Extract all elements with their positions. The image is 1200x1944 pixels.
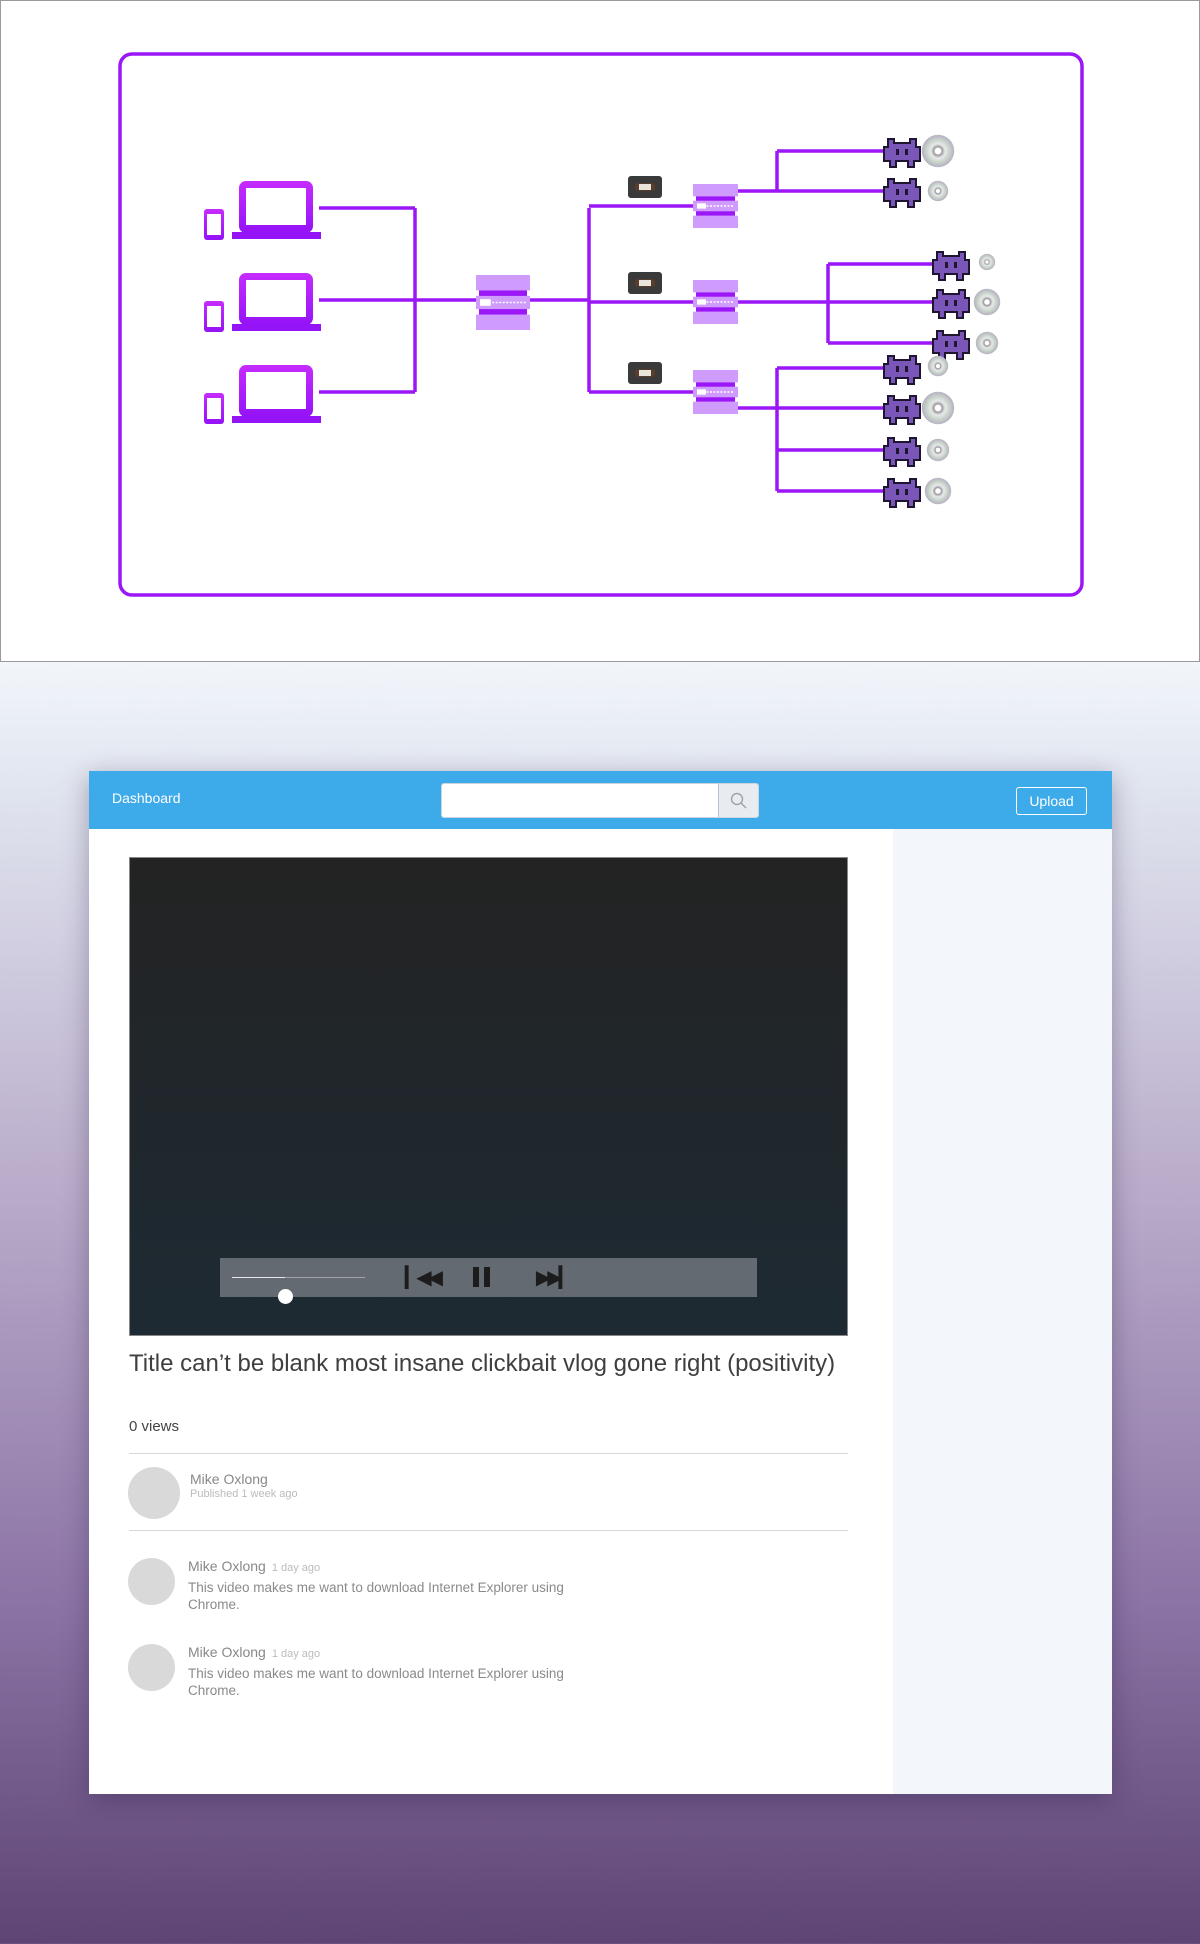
server-icon — [693, 184, 738, 228]
sidebar — [893, 829, 1112, 1794]
phone-icon — [204, 393, 224, 424]
optical-disc-icon — [924, 477, 952, 505]
server-icon — [476, 275, 530, 330]
videotape-icon — [628, 362, 662, 384]
phone-icon — [204, 209, 224, 240]
alien-monster-icon — [932, 289, 970, 319]
alien-monster-icon — [883, 478, 921, 508]
search-input[interactable] — [442, 784, 718, 817]
laptop-icon — [232, 181, 321, 239]
commenter-name[interactable]: Mike Oxlong — [188, 1644, 266, 1660]
diagram-canvas — [118, 52, 1084, 597]
upload-button[interactable]: Upload — [1016, 787, 1087, 815]
video-player[interactable]: ▎◀◀ ▶▶▎ — [129, 857, 848, 1336]
divider — [129, 1530, 848, 1531]
alien-monster-icon — [883, 355, 921, 385]
optical-disc-icon — [978, 253, 996, 271]
comment-text: This video makes me want to download Int… — [188, 1666, 564, 1698]
dashboard-link[interactable]: Dashboard — [112, 790, 181, 806]
author-name[interactable]: Mike Oxlong — [190, 1471, 268, 1487]
network-diagram — [0, 0, 1200, 662]
optical-disc-icon — [926, 438, 950, 462]
alien-monster-icon — [883, 138, 921, 168]
commenter-avatar[interactable] — [128, 1644, 175, 1691]
optical-disc-icon — [975, 331, 999, 355]
next-icon[interactable]: ▶▶▎ — [535, 1266, 574, 1289]
alien-monster-icon — [883, 395, 921, 425]
videotape-icon — [628, 272, 662, 294]
videotape-icon — [628, 176, 662, 198]
server-icon — [693, 370, 738, 414]
alien-monster-icon — [932, 330, 970, 360]
view-count: 0 views — [129, 1418, 180, 1435]
commenter-avatar[interactable] — [128, 1558, 175, 1605]
laptop-icon — [232, 273, 321, 331]
alien-monster-icon — [883, 437, 921, 467]
search-button[interactable] — [718, 784, 758, 817]
optical-disc-icon — [921, 134, 955, 168]
seek-slider[interactable] — [232, 1277, 365, 1304]
top-nav: Dashboard Upload — [89, 771, 1112, 829]
commenter-name[interactable]: Mike Oxlong — [188, 1558, 266, 1574]
seek-knob[interactable] — [278, 1289, 294, 1304]
optical-disc-icon — [973, 288, 1001, 316]
comment-time: 1 day ago — [271, 1648, 321, 1660]
search-icon — [730, 792, 746, 808]
comment-time: 1 day ago — [271, 1562, 321, 1574]
server-icon — [693, 280, 738, 324]
alien-monster-icon — [883, 178, 921, 208]
laptop-icon — [232, 365, 321, 423]
app-window: Dashboard Upload ▎◀◀ ▶▶▎ Title can’t be … — [89, 771, 1112, 1794]
divider — [129, 1453, 848, 1454]
optical-disc-icon — [927, 355, 949, 377]
search-bar — [441, 783, 759, 818]
publish-date: Published 1 week ago — [190, 1488, 298, 1500]
video-title: Title can’t be blank most insane clickba… — [129, 1350, 836, 1377]
author-avatar[interactable] — [128, 1467, 180, 1519]
optical-disc-icon — [927, 180, 949, 202]
comment-text: This video makes me want to download Int… — [188, 1580, 564, 1612]
alien-monster-icon — [932, 251, 970, 281]
optical-disc-icon — [921, 391, 955, 425]
connection-lines — [319, 149, 933, 493]
player-controls: ▎◀◀ ▶▶▎ — [220, 1258, 757, 1304]
pause-icon[interactable] — [470, 1266, 494, 1288]
phone-icon — [204, 301, 224, 332]
previous-icon[interactable]: ▎◀◀ — [404, 1266, 443, 1289]
